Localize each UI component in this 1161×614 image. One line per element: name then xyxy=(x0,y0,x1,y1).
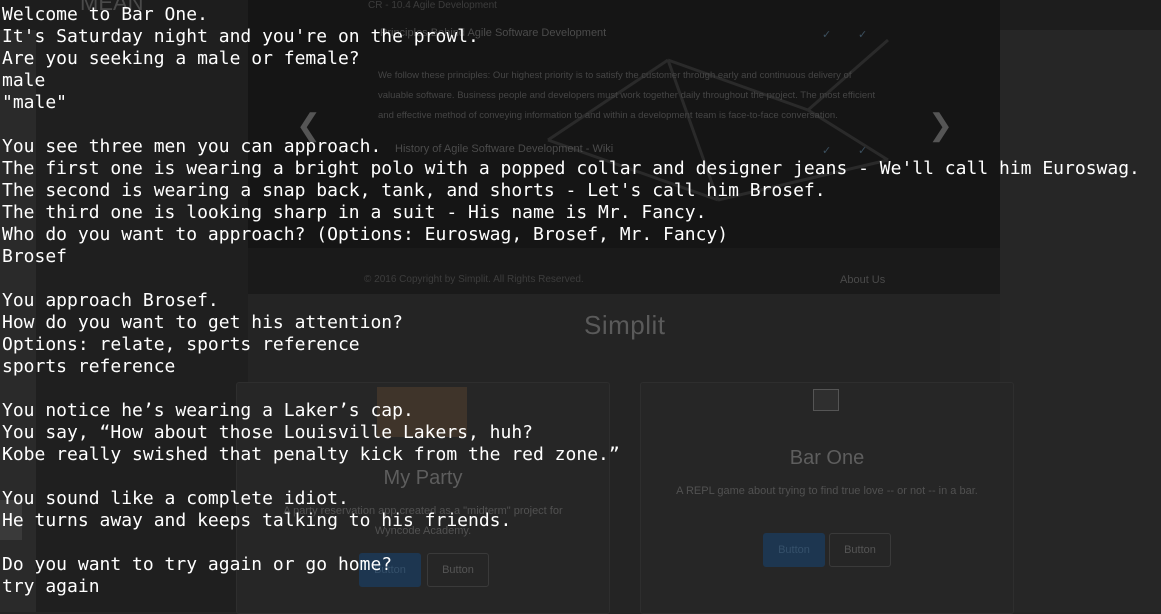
terminal-line: The third one is looking sharp in a suit… xyxy=(2,202,707,223)
terminal-line: You see three men you can approach. xyxy=(2,136,382,157)
terminal-input-line: Brosef xyxy=(2,246,68,267)
terminal-line: He turns away and keeps talking to his f… xyxy=(2,510,512,531)
terminal-line: "male" xyxy=(2,92,68,113)
terminal-line: You say, “How about those Louisville Lak… xyxy=(2,422,534,443)
terminal-line: You notice he’s wearing a Laker’s cap. xyxy=(2,400,414,421)
terminal-line: You sound like a complete idiot. xyxy=(2,488,349,509)
terminal-line: Kobe really swished that penalty kick fr… xyxy=(2,444,620,465)
terminal-input-line: sports reference xyxy=(2,356,176,377)
terminal-line: Welcome to Bar One. xyxy=(2,4,208,25)
terminal-line: The first one is wearing a bright polo w… xyxy=(2,158,1140,179)
terminal-line: Who do you want to approach? (Options: E… xyxy=(2,224,729,245)
terminal-line: It's Saturday night and you're on the pr… xyxy=(2,26,479,47)
terminal-input-line: try again xyxy=(2,576,100,597)
terminal-line: Options: relate, sports reference xyxy=(2,334,360,355)
terminal-output[interactable]: Welcome to Bar One. It's Saturday night a… xyxy=(2,4,1140,598)
terminal-line: The second is wearing a snap back, tank,… xyxy=(2,180,826,201)
terminal-input-line: male xyxy=(2,70,46,91)
terminal-line: You approach Brosef. xyxy=(2,290,219,311)
terminal-line: Are you seeking a male or female? xyxy=(2,48,360,69)
terminal-line: How do you want to get his attention? xyxy=(2,312,403,333)
terminal-line: Do you want to try again or go home? xyxy=(2,554,393,575)
